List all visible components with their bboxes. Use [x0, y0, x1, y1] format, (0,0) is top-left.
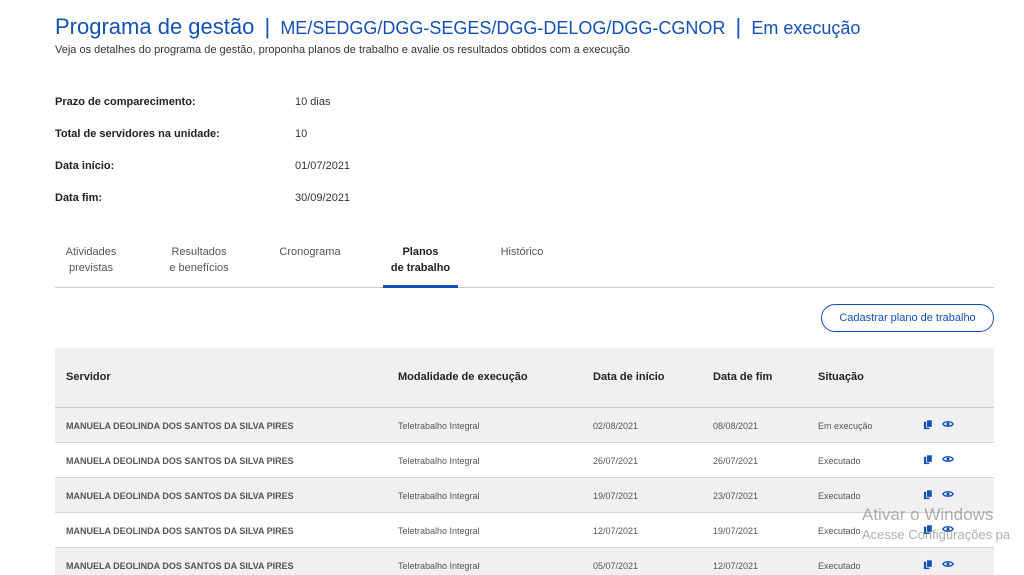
cell-situacao: Executado	[818, 561, 861, 571]
eye-icon[interactable]	[942, 524, 954, 536]
cell-modalidade: Teletrabalho Integral	[398, 526, 480, 536]
cell-servidor: MANUELA DEOLINDA DOS SANTOS DA SILVA PIR…	[66, 526, 294, 536]
info-row-data-inicio: Data início: 01/07/2021	[55, 160, 455, 192]
cell-data-fim: 08/08/2021	[713, 421, 759, 431]
eye-icon[interactable]	[942, 454, 954, 466]
title-separator: |	[264, 14, 271, 39]
cell-servidor: MANUELA DEOLINDA DOS SANTOS DA SILVA PIR…	[66, 421, 294, 431]
planos-table: Servidor Modalidade de execução Data de …	[55, 348, 994, 575]
column-header-data-fim[interactable]: Data de fim	[713, 371, 772, 383]
cell-situacao: Executado	[818, 526, 861, 536]
eye-icon[interactable]	[942, 419, 954, 431]
page-title: Programa de gestão | ME/SEDGG/DGG-SEGES/…	[55, 13, 1015, 42]
row-actions	[923, 524, 954, 536]
cell-data-inicio: 12/07/2021	[593, 526, 639, 536]
copy-icon[interactable]	[923, 524, 935, 536]
cell-situacao: Executado	[818, 491, 861, 501]
title-unit-path: ME/SEDGG/DGG-SEGES/DGG-DELOG/DGG-CGNOR	[280, 18, 726, 38]
tab-label: previstas	[68, 262, 114, 274]
cell-servidor: MANUELA DEOLINDA DOS SANTOS DA SILVA PIR…	[66, 561, 294, 571]
title-main: Programa de gestão	[55, 14, 255, 39]
cell-data-inicio: 02/08/2021	[593, 421, 639, 431]
tab-label: de trabalho	[390, 262, 451, 274]
table-row: MANUELA DEOLINDA DOS SANTOS DA SILVA PIR…	[55, 548, 994, 575]
cell-situacao: Executado	[818, 456, 861, 466]
info-value: 01/07/2021	[295, 160, 351, 172]
copy-icon[interactable]	[923, 454, 935, 466]
cell-data-inicio: 05/07/2021	[593, 561, 639, 571]
tab-label: Resultados	[171, 246, 227, 258]
tab-label: Histórico	[500, 246, 544, 258]
cell-data-fim: 19/07/2021	[713, 526, 759, 536]
tab-atividades-previstas[interactable]: Atividades previstas	[55, 244, 127, 276]
cell-data-fim: 23/07/2021	[713, 491, 759, 501]
table-row: MANUELA DEOLINDA DOS SANTOS DA SILVA PIR…	[55, 478, 994, 513]
page-subtitle: Veja os detalhes do programa de gestão, …	[55, 44, 630, 56]
tab-cronograma[interactable]: Cronograma	[275, 244, 345, 260]
tab-bar: Atividades previstas Resultados e benefí…	[55, 240, 994, 288]
row-actions	[923, 489, 954, 501]
cell-data-inicio: 19/07/2021	[593, 491, 639, 501]
eye-icon[interactable]	[942, 489, 954, 501]
tab-resultados-beneficios[interactable]: Resultados e benefícios	[161, 244, 237, 276]
info-row-data-fim: Data fim: 30/09/2021	[55, 192, 455, 224]
copy-icon[interactable]	[923, 559, 935, 571]
tab-label: Atividades	[65, 246, 117, 258]
row-actions	[923, 419, 954, 431]
cell-servidor: MANUELA DEOLINDA DOS SANTOS DA SILVA PIR…	[66, 491, 294, 501]
table-row: MANUELA DEOLINDA DOS SANTOS DA SILVA PIR…	[55, 443, 994, 478]
tab-historico[interactable]: Histórico	[491, 244, 553, 260]
info-value: 10	[295, 128, 308, 140]
title-separator: |	[735, 14, 742, 39]
info-label: Total de servidores na unidade:	[55, 128, 220, 140]
table-body: MANUELA DEOLINDA DOS SANTOS DA SILVA PIR…	[55, 408, 994, 575]
info-label: Prazo de comparecimento:	[55, 96, 196, 108]
table-header: Servidor Modalidade de execução Data de …	[55, 348, 994, 408]
tab-label: e benefícios	[169, 262, 229, 274]
tab-planos-de-trabalho[interactable]: Planos de trabalho	[383, 244, 458, 276]
column-header-servidor[interactable]: Servidor	[66, 371, 111, 383]
row-actions	[923, 559, 954, 571]
cell-modalidade: Teletrabalho Integral	[398, 491, 480, 501]
cell-data-fim: 12/07/2021	[713, 561, 759, 571]
active-tab-indicator	[383, 285, 458, 288]
cell-situacao: Em execução	[818, 421, 873, 431]
cell-modalidade: Teletrabalho Integral	[398, 561, 480, 571]
eye-icon[interactable]	[942, 559, 954, 571]
info-label: Data fim:	[55, 192, 103, 204]
table-row: MANUELA DEOLINDA DOS SANTOS DA SILVA PIR…	[55, 408, 994, 443]
info-label: Data início:	[55, 160, 115, 172]
info-value: 30/09/2021	[295, 192, 351, 204]
info-value: 10 dias	[295, 96, 331, 108]
page-header: Programa de gestão | ME/SEDGG/DGG-SEGES/…	[55, 13, 1015, 56]
cell-modalidade: Teletrabalho Integral	[398, 456, 480, 466]
copy-icon[interactable]	[923, 419, 935, 431]
cell-servidor: MANUELA DEOLINDA DOS SANTOS DA SILVA PIR…	[66, 456, 294, 466]
cell-data-fim: 26/07/2021	[713, 456, 759, 466]
column-header-situacao[interactable]: Situação	[818, 371, 864, 383]
title-status: Em execução	[751, 18, 861, 38]
tab-label: Planos	[402, 246, 439, 258]
info-row-total-servidores: Total de servidores na unidade: 10	[55, 128, 455, 160]
info-row-prazo: Prazo de comparecimento: 10 dias	[55, 96, 455, 128]
column-header-modalidade[interactable]: Modalidade de execução	[398, 371, 528, 383]
cadastrar-plano-button[interactable]: Cadastrar plano de trabalho	[821, 304, 994, 332]
program-info: Prazo de comparecimento: 10 dias Total d…	[55, 96, 455, 224]
column-header-data-inicio[interactable]: Data de início	[593, 371, 665, 383]
tab-label: Cronograma	[279, 246, 341, 258]
copy-icon[interactable]	[923, 489, 935, 501]
cell-data-inicio: 26/07/2021	[593, 456, 639, 466]
row-actions	[923, 454, 954, 466]
table-row: MANUELA DEOLINDA DOS SANTOS DA SILVA PIR…	[55, 513, 994, 548]
cell-modalidade: Teletrabalho Integral	[398, 421, 480, 431]
